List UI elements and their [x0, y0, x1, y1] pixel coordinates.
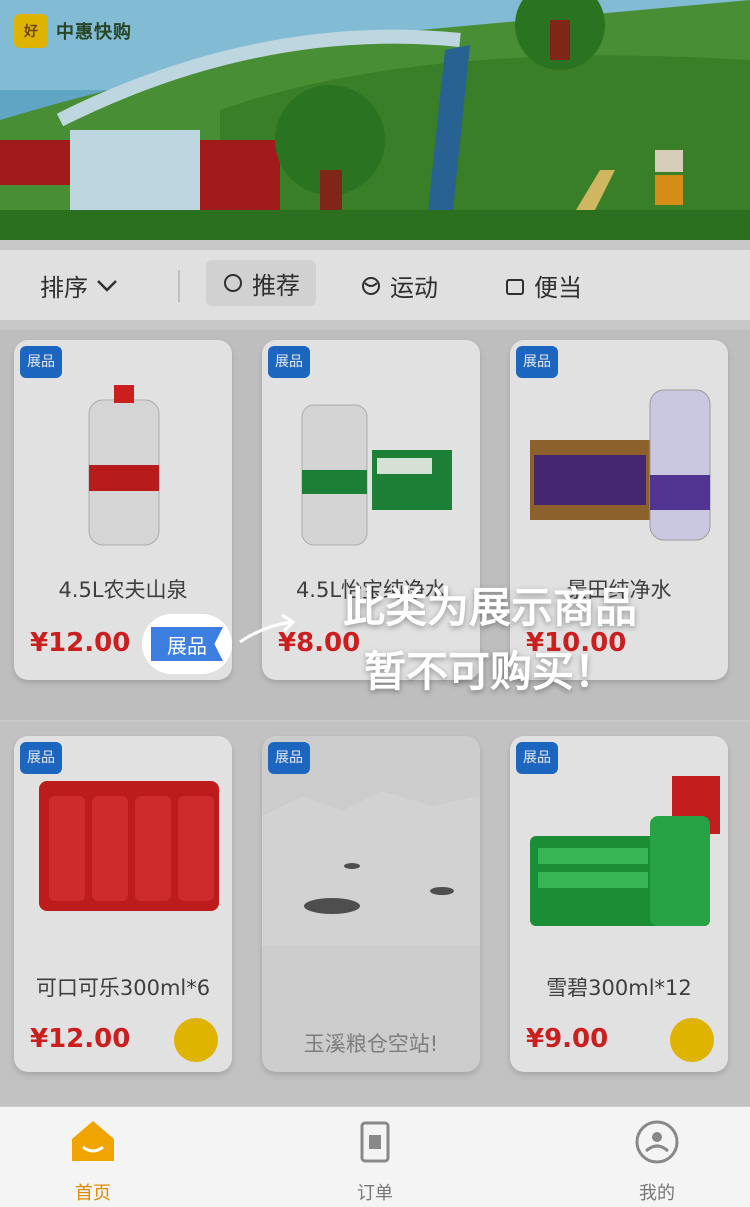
add-to-cart-button[interactable]	[174, 1018, 218, 1062]
tab-orders-label: 订单	[357, 1183, 393, 1204]
product-image	[301, 404, 452, 546]
product-badge: 展品	[268, 346, 310, 378]
logo-text: 中惠快购	[56, 22, 132, 43]
sort-dropdown[interactable]: 排序	[40, 268, 118, 303]
bento-icon	[506, 278, 524, 295]
tag-icon	[224, 274, 242, 292]
filter-tag-recommend[interactable]: 推荐	[206, 260, 316, 306]
product-price: ¥12.00	[30, 628, 131, 658]
filter-bar: 排序 推荐 运动 便当	[0, 250, 750, 320]
product-card[interactable]: 展品 玉溪粮仓空站!	[262, 736, 480, 1072]
product-image	[530, 389, 711, 541]
product-name: 玉溪粮仓空站!	[303, 1032, 439, 1056]
product-price: ¥12.00	[30, 1024, 131, 1054]
arrow-right-icon	[239, 613, 296, 644]
tab-profile-label: 我的	[639, 1183, 675, 1204]
product-name: 雪碧300ml*12	[546, 976, 692, 1000]
product-name: 4.5L农夫山泉	[58, 578, 188, 602]
exhibit-tag: 展品	[151, 627, 223, 661]
product-badge: 展品	[20, 742, 62, 774]
sort-label: 排序	[40, 274, 88, 302]
logo-mark: 好	[14, 14, 48, 48]
tab-home-label: 首页	[75, 1183, 111, 1204]
tab-home[interactable]: 首页	[38, 1117, 148, 1205]
product-price: ¥9.00	[526, 1024, 609, 1054]
product-badge: 展品	[20, 346, 62, 378]
bottom-tab-bar: 首页 订单 我的	[0, 1106, 750, 1207]
product-image	[39, 781, 219, 911]
tab-orders[interactable]: 订单	[320, 1117, 430, 1205]
filter-tag-sport-label: 运动	[390, 274, 438, 302]
order-icon	[360, 1121, 390, 1163]
sport-icon	[362, 276, 380, 295]
profile-icon	[635, 1120, 679, 1164]
filter-tag-recommend-label: 推荐	[252, 271, 300, 300]
exhibit-notice: 此类为展示商品 暂不可购买！	[300, 576, 680, 704]
product-image	[262, 791, 480, 946]
filter-divider	[178, 270, 180, 302]
exhibit-tag-callout: 展品	[142, 614, 232, 674]
product-card[interactable]: 展品 雪碧300ml*12 ¥9.00	[510, 736, 728, 1072]
tab-profile[interactable]: 我的	[602, 1117, 712, 1205]
product-image	[530, 776, 720, 926]
filter-tag-sport[interactable]: 运动	[360, 268, 438, 303]
notice-line-2: 暂不可购买！	[363, 647, 616, 696]
product-badge: 展品	[516, 742, 558, 774]
brand-logo: 好 中惠快购	[14, 14, 132, 48]
home-icon	[72, 1121, 114, 1161]
product-card[interactable]: 展品 可口可乐300ml*6 ¥12.00	[14, 736, 232, 1072]
top-banner: 好 中惠快购	[0, 0, 750, 240]
product-badge: 展品	[516, 346, 558, 378]
product-badge: 展品	[268, 742, 310, 774]
filter-tag-bento-label: 便当	[534, 274, 582, 302]
product-name: 可口可乐300ml*6	[35, 976, 211, 1000]
add-to-cart-button[interactable]	[670, 1018, 714, 1062]
chevron-down-icon	[97, 279, 117, 292]
filter-tag-bento[interactable]: 便当	[504, 268, 582, 303]
product-image	[88, 385, 160, 546]
notice-line-1: 此类为展示商品	[342, 583, 637, 632]
app-screen: 好 中惠快购 排序 推荐 运动 便当 展品 4.5L农夫山泉 ¥12.00 展品…	[0, 0, 750, 1207]
